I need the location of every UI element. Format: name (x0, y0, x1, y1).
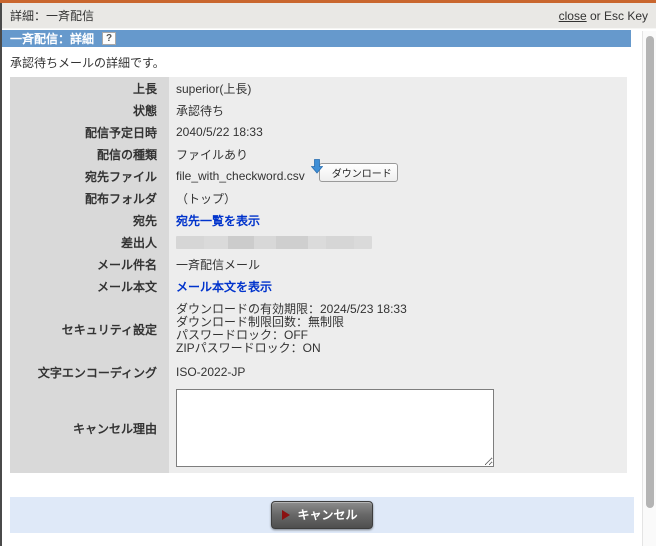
row-security: セキュリティ設定 ダウンロードの有効期限：2024/5/23 18:33 ダウン… (10, 297, 627, 361)
row-sender: 差出人 (10, 231, 627, 253)
show-recipients-link[interactable]: 宛先一覧を表示 (176, 212, 260, 229)
row-distribution-folder: 配布フォルダ （トップ） (10, 187, 627, 209)
delivery-type-value: ファイルあり (169, 143, 627, 165)
subject-label: メール件名 (10, 253, 169, 275)
row-subject: メール件名 一斉配信メール (10, 253, 627, 275)
recipient-file-name: file_with_checkword.csv (176, 169, 305, 183)
close-hint: or Esc Key (586, 8, 648, 23)
recipient-file-value: file_with_checkword.csv ダウンロード (169, 158, 627, 187)
row-superior: 上長 superior(上長) (10, 77, 627, 99)
help-icon[interactable]: ? (102, 32, 117, 45)
row-mail-body: メール本文 メール本文を表示 (10, 275, 627, 297)
row-recipients: 宛先 宛先一覧を表示 (10, 209, 627, 231)
delivery-type-label: 配信の種類 (10, 143, 169, 165)
download-arrow-icon (310, 158, 324, 177)
row-cancel-reason: キャンセル理由 (10, 383, 627, 473)
distribution-folder-value: （トップ） (169, 187, 627, 209)
superior-label: 上長 (10, 77, 169, 99)
recipient-file-label: 宛先ファイル (10, 165, 169, 187)
encoding-value: ISO-2022-JP (169, 361, 627, 383)
cancel-button[interactable]: キャンセル (271, 501, 373, 529)
cancel-reason-value (169, 383, 627, 473)
dialog-frame: 詳細：一斉配信 close or Esc Key 一斉配信：詳細 ? 承認待ちメ… (0, 3, 656, 546)
row-status: 状態 承認待ち (10, 99, 627, 121)
superior-value: superior(上長) (169, 77, 627, 99)
detail-table: 上長 superior(上長) 状態 承認待ち 配信予定日時 2040/5/22… (10, 77, 627, 473)
scrollbar[interactable] (642, 31, 656, 546)
download-button-wrap: ダウンロード (310, 158, 398, 182)
mail-body-label: メール本文 (10, 275, 169, 297)
recipients-value: 宛先一覧を表示 (169, 209, 627, 231)
recipients-label: 宛先 (10, 209, 169, 231)
footer-band: キャンセル (10, 497, 634, 533)
scheduled-datetime-value: 2040/5/22 18:33 (169, 121, 627, 143)
intro-text: 承認待ちメールの詳細です。 (10, 56, 165, 70)
sender-label: 差出人 (10, 231, 169, 253)
mail-body-value: メール本文を表示 (169, 275, 627, 297)
window-title: 詳細：一斉配信 (10, 9, 95, 23)
row-recipient-file: 宛先ファイル file_with_checkword.csv ダウンロード (10, 158, 627, 187)
encoding-label: 文字エンコーディング (10, 361, 169, 383)
row-scheduled-datetime: 配信予定日時 2040/5/22 18:33 (10, 121, 627, 143)
close-area: close or Esc Key (559, 9, 648, 23)
cancel-reason-textarea[interactable] (176, 389, 494, 467)
row-encoding: 文字エンコーディング ISO-2022-JP (10, 361, 627, 383)
status-label: 状態 (10, 99, 169, 121)
sender-redacted-blur (176, 235, 372, 249)
scrollbar-thumb[interactable] (646, 36, 654, 508)
security-line-zip-password-lock: ZIPパスワードロック：ON (176, 341, 321, 355)
panel-header: 一斉配信：詳細 ? (2, 30, 631, 47)
cancel-reason-label: キャンセル理由 (10, 383, 169, 473)
cancel-button-label: キャンセル (297, 508, 358, 522)
panel-title: 一斉配信：詳細 (10, 32, 95, 46)
distribution-folder-label: 配布フォルダ (10, 187, 169, 209)
window-titlebar: 詳細：一斉配信 close or Esc Key (2, 3, 656, 29)
sender-value (169, 231, 627, 253)
triangle-icon (282, 509, 291, 520)
subject-value: 一斉配信メール (169, 253, 627, 275)
show-mail-body-link[interactable]: メール本文を表示 (176, 278, 272, 295)
close-link[interactable]: close (559, 9, 587, 23)
scheduled-datetime-label: 配信予定日時 (10, 121, 169, 143)
status-value: 承認待ち (169, 99, 627, 121)
download-button[interactable]: ダウンロード (318, 162, 398, 182)
security-label: セキュリティ設定 (10, 297, 169, 361)
security-value: ダウンロードの有効期限：2024/5/23 18:33 ダウンロード制限回数：無… (169, 297, 627, 361)
